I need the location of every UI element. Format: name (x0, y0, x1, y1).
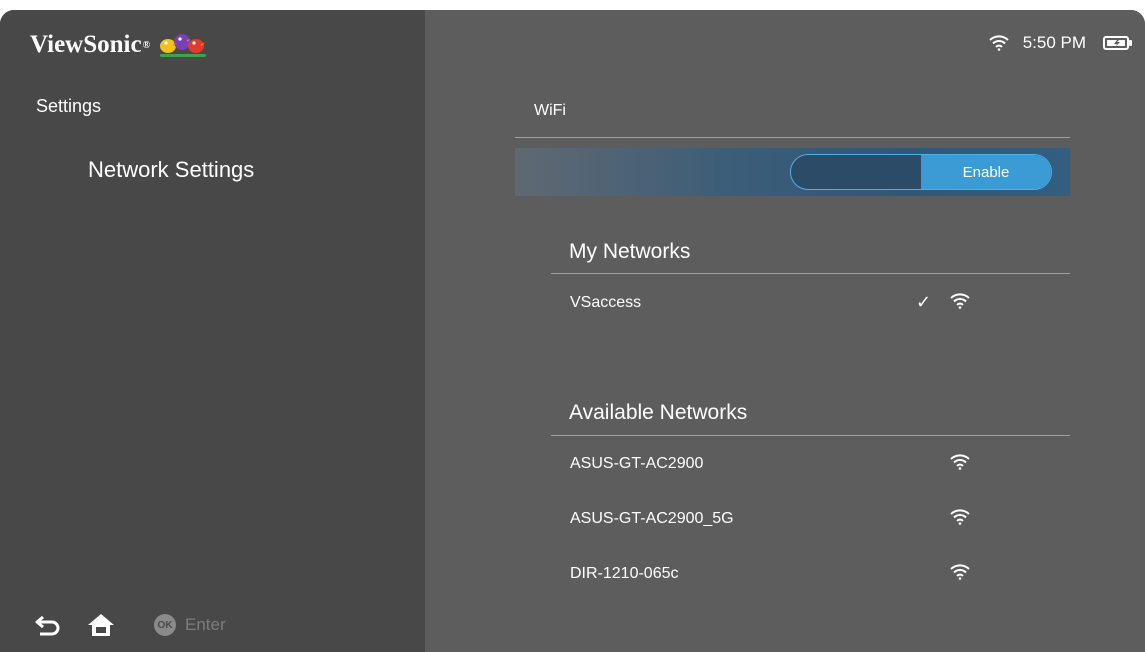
wifi-signal-icon (950, 564, 970, 580)
network-item[interactable]: DIR-1210-065c (570, 561, 990, 591)
left-panel: ViewSonic ® Settings Network Settings OK… (0, 10, 425, 652)
battery-charging-icon (1103, 36, 1132, 50)
toggle-enable-label: Enable (921, 155, 1051, 189)
app-window: ViewSonic ® Settings Network Settings OK… (0, 10, 1145, 652)
available-networks-title: Available Networks (569, 401, 748, 424)
brand-logo: ViewSonic ® (30, 30, 208, 60)
my-networks-divider (551, 273, 1070, 274)
back-arrow-icon (35, 615, 60, 636)
connected-check-icon: ✓ (916, 292, 932, 312)
network-item[interactable]: ASUS-GT-AC2900 (570, 451, 990, 481)
available-networks-divider (551, 435, 1070, 436)
back-button[interactable] (34, 614, 62, 636)
network-name: ASUS-GT-AC2900_5G (570, 510, 734, 527)
home-button[interactable] (86, 612, 116, 638)
wifi-signal-icon (950, 293, 970, 309)
wifi-icon (988, 35, 1009, 51)
clock: 5:50 PM (1022, 33, 1086, 52)
home-icon (88, 614, 114, 636)
network-name: DIR-1210-065c (570, 565, 679, 582)
wifi-title: WiFi (534, 102, 566, 119)
network-name: ASUS-GT-AC2900 (570, 455, 704, 472)
status-bar: 5:50 PM (988, 33, 1133, 53)
bottom-nav-bar: OK Enter (34, 612, 226, 638)
wifi-toggle-row[interactable]: Enable (515, 148, 1070, 196)
birds-logo-icon (160, 34, 207, 57)
my-networks-title: My Networks (569, 240, 691, 263)
network-name: VSaccess (570, 294, 642, 311)
wifi-divider (515, 137, 1070, 138)
wifi-signal-icon (950, 509, 970, 525)
brand-reg-mark: ® (142, 39, 151, 51)
wifi-signal-icon (950, 454, 970, 470)
enter-label: Enter (185, 615, 226, 634)
right-panel: 5:50 PM WiFi Enable My Networks VSaccess… (425, 10, 1145, 652)
wifi-toggle[interactable]: Enable (790, 154, 1052, 190)
network-item-vsaccess[interactable]: VSaccess ✓ (570, 290, 990, 320)
ok-badge: OK (154, 614, 176, 636)
brand-name: ViewSonic (30, 31, 142, 58)
network-item[interactable]: ASUS-GT-AC2900_5G (570, 506, 990, 536)
menu-item-network-settings[interactable]: Network Settings (88, 157, 254, 183)
settings-heading: Settings (36, 96, 102, 116)
